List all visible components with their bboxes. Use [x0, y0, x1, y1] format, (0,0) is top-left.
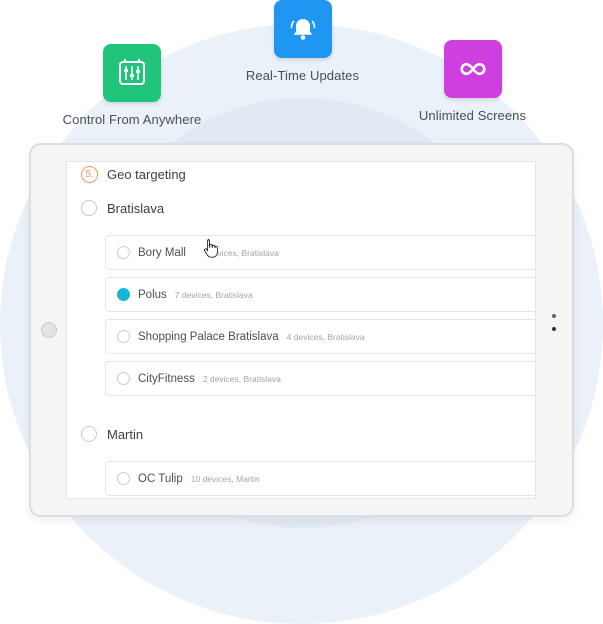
feature-label: Control From Anywhere: [62, 112, 202, 127]
location-option-cityfitness[interactable]: CityFitness 2 devices, Bratislava: [105, 361, 535, 396]
location-option-polus[interactable]: Polus 7 devices, Bratislava: [105, 277, 535, 312]
city-label: Martin: [107, 426, 144, 442]
bell-icon: [273, 0, 332, 58]
tablet-frame: 5. Geo targeting Bratislava Bory Mall de…: [29, 143, 574, 517]
city-option-martin[interactable]: Martin: [81, 426, 143, 442]
radio-button[interactable]: [81, 426, 97, 442]
location-option-bory-mall[interactable]: Bory Mall devices, Bratislava: [105, 235, 535, 270]
feature-label: Real-Time Updates: [245, 68, 360, 83]
tablet-sensor: [552, 327, 556, 331]
radio-button[interactable]: [117, 246, 130, 259]
radio-button[interactable]: [117, 330, 130, 343]
tablet-home-button[interactable]: [41, 322, 57, 338]
location-name: OC Tulip: [138, 472, 183, 485]
location-name: Polus: [138, 288, 167, 301]
location-name: Bory Mall: [138, 246, 186, 259]
hand-cursor-icon: [203, 238, 219, 258]
location-option-shopping-palace-bratislava[interactable]: Shopping Palace Bratislava 4 devices, Br…: [105, 319, 535, 354]
location-meta: 7 devices, Bratislava: [174, 289, 253, 300]
tablet-camera: [552, 314, 556, 318]
radio-button[interactable]: [117, 372, 130, 385]
feature-label: Unlimited Screens: [418, 108, 527, 123]
feature-real-time-updates: Real-Time Updates: [230, 0, 375, 83]
city-option-bratislava[interactable]: Bratislava: [81, 200, 164, 216]
location-meta: 2 devices, Bratislava: [202, 373, 281, 384]
tablet-screen: 5. Geo targeting Bratislava Bory Mall de…: [66, 161, 536, 499]
radio-button[interactable]: [81, 200, 97, 216]
step-number-badge: 5.: [81, 166, 98, 183]
city-label: Bratislava: [107, 200, 165, 216]
location-meta: 4 devices, Bratislava: [286, 331, 365, 342]
radio-button-selected[interactable]: [117, 288, 130, 301]
feature-unlimited-screens: Unlimited Screens: [405, 40, 540, 123]
location-name: Shopping Palace Bratislava: [138, 330, 279, 343]
geo-targeting-header: 5. Geo targeting: [81, 166, 186, 183]
radio-button[interactable]: [117, 472, 130, 485]
location-name: CityFitness: [138, 372, 195, 385]
location-option-oc-tulip[interactable]: OC Tulip 10 devices, Martin: [105, 461, 535, 496]
location-meta: 10 devices, Martin: [190, 473, 260, 484]
control-panel-icon: [103, 44, 161, 102]
section-title: Geo targeting: [107, 167, 186, 182]
infinity-icon: [443, 40, 502, 98]
feature-control-from-anywhere: Control From Anywhere: [52, 44, 212, 127]
